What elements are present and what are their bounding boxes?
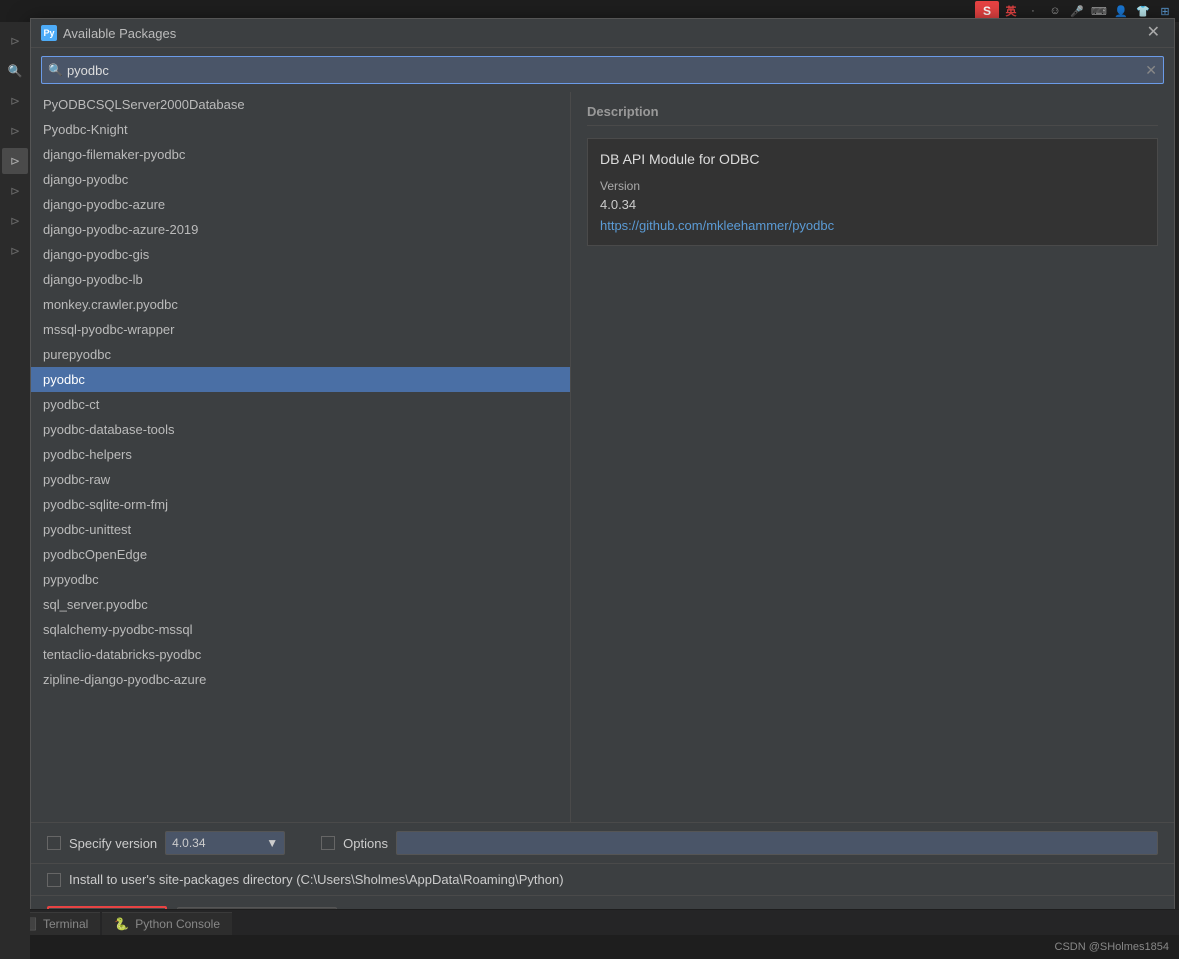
options-row: Options — [321, 831, 1158, 855]
search-input[interactable] — [67, 63, 1145, 78]
sidebar-item-4[interactable]: ⊳ — [2, 118, 28, 144]
package-item[interactable]: sqlalchemy-pyodbc-mssql — [31, 617, 570, 642]
dialog-title: Available Packages — [63, 26, 1143, 41]
close-button[interactable]: ✕ — [1143, 25, 1164, 41]
options-label: Options — [343, 836, 388, 851]
package-item[interactable]: django-pyodbc-gis — [31, 242, 570, 267]
specify-version-label: Specify version — [69, 836, 157, 851]
package-item[interactable]: zipline-django-pyodbc-azure — [31, 667, 570, 692]
python-console-tab[interactable]: 🐍 Python Console — [102, 912, 232, 935]
search-clear-button[interactable]: ✕ — [1145, 62, 1157, 79]
package-item[interactable]: Pyodbc-Knight — [31, 117, 570, 142]
package-item[interactable]: pyodbc-helpers — [31, 442, 570, 467]
package-item[interactable]: pyodbc-sqlite-orm-fmj — [31, 492, 570, 517]
desc-main-text: DB API Module for ODBC — [600, 151, 1145, 167]
specify-version-checkbox[interactable] — [47, 836, 61, 850]
package-item[interactable]: pypyodbc — [31, 567, 570, 592]
package-item[interactable]: django-pyodbc-azure-2019 — [31, 217, 570, 242]
specify-version-row: Specify version 4.0.34 ▼ — [47, 831, 285, 855]
sidebar-item-1[interactable]: ⊳ — [2, 28, 28, 54]
terminal-tab-label: Terminal — [43, 917, 88, 931]
package-item[interactable]: django-pyodbc — [31, 167, 570, 192]
package-item[interactable]: django-filemaker-pyodbc — [31, 142, 570, 167]
description-panel: Description DB API Module for ODBC Versi… — [571, 92, 1174, 822]
version-options-row: Specify version 4.0.34 ▼ Options — [31, 823, 1174, 864]
package-item[interactable]: tentaclio-databricks-pyodbc — [31, 642, 570, 667]
package-item[interactable]: pyodbcOpenEdge — [31, 542, 570, 567]
version-dropdown[interactable]: 4.0.34 ▼ — [165, 831, 285, 855]
package-item[interactable]: monkey.crawler.pyodbc — [31, 292, 570, 317]
sidebar-item-6[interactable]: ⊳ — [2, 178, 28, 204]
package-item[interactable]: pyodbc — [31, 367, 570, 392]
install-to-text: Install to user's site-packages director… — [69, 872, 564, 887]
options-checkbox[interactable] — [321, 836, 335, 850]
title-bar: Py Available Packages ✕ — [31, 19, 1174, 48]
sidebar-item-2[interactable]: 🔍 — [2, 58, 28, 84]
sidebar-item-8[interactable]: ⊳ — [2, 238, 28, 264]
package-item[interactable]: PyODBCSQLServer2000Database — [31, 92, 570, 117]
status-bar: CSDN @SHolmes1854 — [0, 935, 1179, 959]
package-item[interactable]: pyodbc-raw — [31, 467, 570, 492]
package-item[interactable]: django-pyodbc-azure — [31, 192, 570, 217]
package-item[interactable]: pyodbc-database-tools — [31, 417, 570, 442]
search-icon: 🔍 — [48, 63, 63, 77]
search-bar: 🔍 ✕ — [31, 48, 1174, 92]
package-item[interactable]: django-pyodbc-lb — [31, 267, 570, 292]
package-item[interactable]: pyodbc-ct — [31, 392, 570, 417]
version-label: Version — [600, 179, 1145, 193]
package-item[interactable]: pyodbc-unittest — [31, 517, 570, 542]
dropdown-arrow-icon: ▼ — [266, 836, 278, 850]
ide-sidebar: ⊳ 🔍 ⊳ ⊳ ⊳ ⊳ ⊳ ⊳ — [0, 22, 30, 959]
pycharm-icon: Py — [41, 25, 57, 41]
main-content: PyODBCSQLServer2000DatabasePyodbc-Knight… — [31, 92, 1174, 822]
install-to-checkbox[interactable] — [47, 873, 61, 887]
package-item[interactable]: purepyodbc — [31, 342, 570, 367]
search-input-wrapper: 🔍 ✕ — [41, 56, 1164, 84]
options-input[interactable] — [396, 831, 1158, 855]
package-item[interactable]: mssql-pyodbc-wrapper — [31, 317, 570, 342]
install-to-row: Install to user's site-packages director… — [31, 864, 1174, 896]
sidebar-item-7[interactable]: ⊳ — [2, 208, 28, 234]
python-console-label: Python Console — [135, 917, 220, 931]
available-packages-dialog: Py Available Packages ✕ 🔍 ✕ PyODBCSQLSer… — [30, 18, 1175, 948]
github-link[interactable]: https://github.com/mkleehammer/pyodbc — [600, 218, 834, 233]
description-title: Description — [587, 104, 1158, 126]
description-box: DB API Module for ODBC Version 4.0.34 ht… — [587, 138, 1158, 246]
version-number: 4.0.34 — [600, 197, 1145, 212]
python-console-icon: 🐍 — [114, 917, 129, 931]
sidebar-item-3[interactable]: ⊳ — [2, 88, 28, 114]
package-list: PyODBCSQLServer2000DatabasePyodbc-Knight… — [31, 92, 571, 822]
version-dropdown-value: 4.0.34 — [172, 836, 205, 850]
sidebar-item-5[interactable]: ⊳ — [2, 148, 28, 174]
status-bar-right-text: CSDN @SHolmes1854 — [1055, 941, 1170, 953]
package-item[interactable]: sql_server.pyodbc — [31, 592, 570, 617]
terminal-tabs: ⬛ Terminal 🐍 Python Console — [0, 909, 1179, 935]
